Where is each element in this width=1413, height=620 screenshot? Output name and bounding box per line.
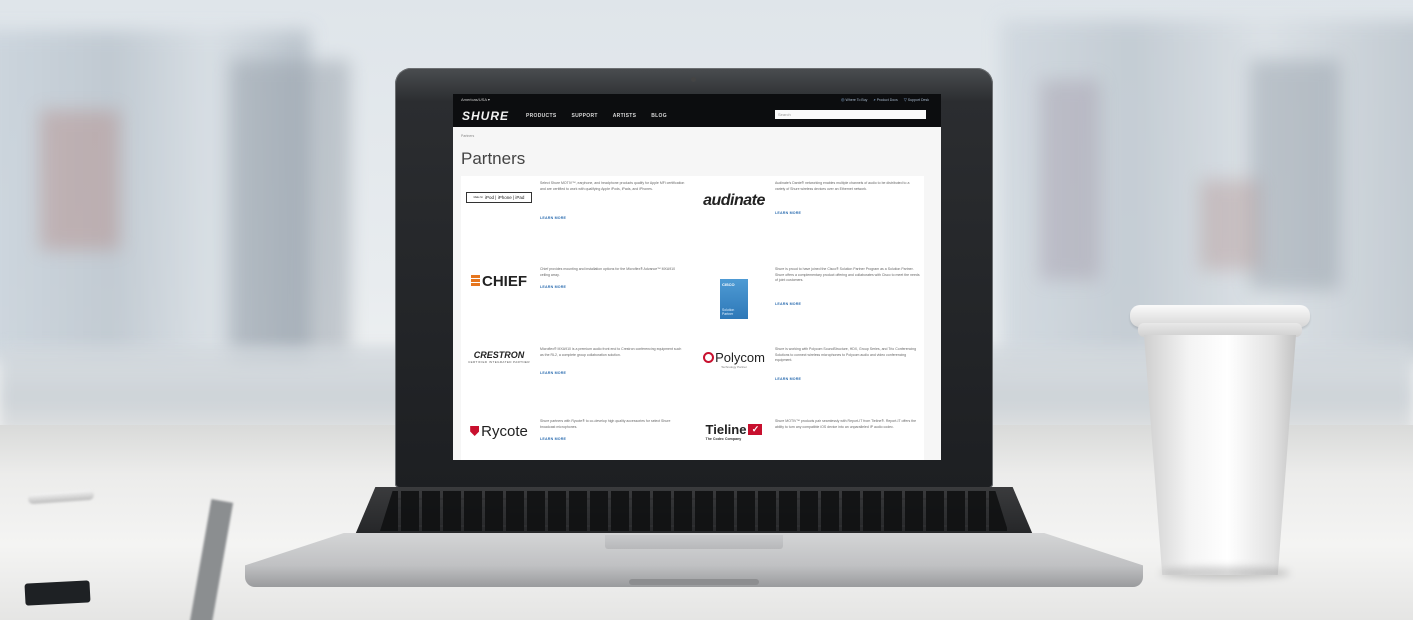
- partner-description: Audinate's Dante® networking enables mul…: [775, 181, 910, 191]
- partner-description: Select Shure MOTIV™, earphone, and headp…: [540, 181, 685, 191]
- rycote-shield-icon: [470, 426, 480, 436]
- blurred-building: [40, 110, 120, 250]
- product-docs-link[interactable]: ⌕Product Docs: [873, 97, 897, 102]
- chat-icon: ▽: [903, 97, 907, 102]
- polycom-ring-icon: [703, 351, 715, 363]
- support-desk-link[interactable]: ▽Support Desk: [904, 97, 929, 102]
- blurred-building: [1200, 180, 1260, 270]
- learn-more-link[interactable]: LEARN MORE: [540, 216, 566, 220]
- partner-description: Shure partners with Rycote® to co-develo…: [540, 419, 671, 429]
- location-icon: ◎: [841, 97, 845, 102]
- chief-mark-icon: [471, 275, 480, 287]
- keyboard-keys: [380, 491, 1008, 531]
- blurred-column: [230, 60, 350, 360]
- laptop-screen: Americas/USA ▾ ◎Where To Buy ⌕Product Do…: [453, 94, 941, 460]
- cup-lid-rim: [1138, 323, 1302, 337]
- partner-description: Shure is working with Polycom SoundStruc…: [775, 347, 917, 363]
- learn-more-link[interactable]: LEARN MORE: [775, 302, 801, 306]
- laptop-base: [245, 487, 1143, 587]
- partner-description: Microflex® MXA910 is a premium audio fro…: [540, 347, 682, 357]
- partner-chief: CHIEF Chief provides mounting and instal…: [461, 262, 686, 328]
- search-input[interactable]: Search: [775, 110, 926, 119]
- chief-logo: CHIEF: [463, 268, 535, 294]
- partner-audinate: audinate Audinate's Dante® networking en…: [696, 176, 921, 242]
- partner-tieline: Tieline ✓ The Codec Company Shure MOTIV™ …: [696, 414, 921, 460]
- learn-more-link[interactable]: LEARN MORE: [540, 437, 566, 441]
- partner-rycote: Rycote Shure partners with Rycote® to co…: [461, 414, 686, 460]
- cisco-logo: CISCO Solution Partner: [698, 270, 770, 320]
- coffee-cup: [1130, 305, 1310, 579]
- nav-support[interactable]: SUPPORT: [571, 113, 597, 119]
- cup-body: [1144, 335, 1296, 575]
- partner-polycom: Polycom Technology Partner Shure is work…: [696, 342, 921, 408]
- apple-mfi-logo: Made for iPod | iPhone | iPad: [463, 184, 535, 210]
- partners-grid: Made for iPod | iPhone | iPad Select Shur…: [461, 176, 924, 460]
- nav-artists[interactable]: ARTISTS: [613, 113, 637, 119]
- partner-description: Shure MOTIV™ products pair seamlessly wi…: [775, 419, 917, 429]
- nav-products[interactable]: PRODUCTS: [526, 113, 556, 119]
- shure-logo[interactable]: SHURE: [462, 109, 509, 123]
- learn-more-link[interactable]: LEARN MORE: [540, 285, 566, 289]
- where-to-buy-link[interactable]: ◎Where To Buy: [841, 97, 867, 102]
- nav-blog[interactable]: BLOG: [651, 113, 667, 119]
- breadcrumb[interactable]: Partners: [461, 134, 474, 138]
- main-nav: PRODUCTS SUPPORT ARTISTS BLOG: [526, 113, 667, 119]
- site-header: Americas/USA ▾ ◎Where To Buy ⌕Product Do…: [453, 94, 941, 127]
- learn-more-link[interactable]: LEARN MORE: [540, 371, 566, 375]
- partner-crestron: CRESTRON CERTIFIED INTEGRATED PARTNER Mi…: [461, 342, 686, 408]
- search-icon: ⌕: [873, 97, 876, 102]
- blurred-column: [1250, 60, 1340, 290]
- cup-shadow: [1160, 567, 1290, 579]
- partner-description: Shure is proud to have joined the Cisco®…: [775, 267, 920, 283]
- polycom-logo: Polycom Technology Partner: [698, 346, 770, 372]
- tieline-logo: Tieline ✓ The Codec Company: [698, 418, 770, 444]
- audinate-logo: audinate: [703, 192, 765, 209]
- blurred-building: [1040, 80, 1100, 280]
- apple-badge: Made for iPod | iPhone | iPad: [466, 191, 532, 203]
- phone: [24, 580, 91, 606]
- learn-more-link[interactable]: LEARN MORE: [775, 211, 801, 215]
- page-title: Partners: [461, 149, 526, 168]
- crestron-logo: CRESTRON CERTIFIED INTEGRATED PARTNER: [468, 350, 530, 364]
- partner-cisco: CISCO Solution Partner Shure is proud to…: [696, 262, 921, 328]
- utility-links: ◎Where To Buy ⌕Product Docs ▽Support Des…: [841, 97, 929, 102]
- checkmark-icon: ✓: [748, 423, 763, 435]
- partner-description: Chief provides mounting and installation…: [540, 267, 676, 277]
- webcam: [691, 77, 696, 82]
- rycote-logo: Rycote: [463, 418, 535, 444]
- learn-more-link[interactable]: LEARN MORE: [775, 377, 801, 381]
- region-selector[interactable]: Americas/USA ▾: [461, 97, 490, 102]
- lid-notch: [629, 579, 759, 585]
- partner-apple: Made for iPod | iPhone | iPad Select Shur…: [461, 176, 686, 242]
- hinge: [605, 535, 783, 549]
